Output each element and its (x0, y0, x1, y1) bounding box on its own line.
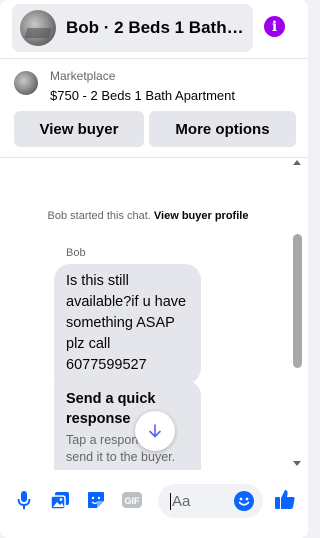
scrollbar-thumb[interactable] (293, 234, 302, 368)
photo-icon[interactable] (49, 489, 71, 511)
microphone-icon[interactable] (13, 489, 35, 511)
chat-header: Bob · 2 Beds 1 Bath Apartment i (0, 0, 308, 58)
scroll-down-arrow[interactable] (293, 461, 301, 466)
scroll-up-arrow[interactable] (293, 160, 301, 165)
message-composer: GIF (0, 470, 308, 538)
message-input-box[interactable] (158, 484, 263, 518)
view-buyer-profile-link[interactable]: View buyer profile (154, 210, 249, 222)
sticker-icon[interactable] (85, 489, 107, 511)
scroll-to-bottom-button[interactable] (135, 411, 175, 451)
marketplace-label: Marketplace (50, 69, 116, 83)
thumbs-up-icon[interactable] (273, 487, 297, 511)
listing-avatar (14, 71, 38, 95)
more-options-button[interactable]: More options (149, 111, 296, 147)
messenger-chat-window: Bob · 2 Beds 1 Bath Apartment i Marketpl… (0, 0, 308, 538)
incoming-message-bubble: Is this still available?if u have someth… (54, 264, 201, 384)
arrow-down-icon (149, 424, 161, 438)
conversation-title: Bob · 2 Beds 1 Bath Apartment (66, 18, 244, 37)
quick-response-card[interactable]: Send a quick response Tap a response to … (54, 380, 201, 470)
sender-name: Bob (66, 247, 86, 259)
listing-title[interactable]: $750 - 2 Beds 1 Bath Apartment (50, 88, 235, 103)
conversation-title-button[interactable]: Bob · 2 Beds 1 Bath Apartment (12, 4, 253, 52)
gif-icon[interactable]: GIF (121, 489, 143, 511)
message-thread[interactable]: Bob started this chat. View buyer profil… (0, 158, 308, 470)
gif-label: GIF (125, 496, 141, 506)
message-input[interactable] (172, 484, 232, 518)
chat-started-notice: Bob started this chat. View buyer profil… (0, 210, 296, 222)
marketplace-listing-card: Marketplace $750 - 2 Beds 1 Bath Apartme… (0, 58, 308, 158)
chat-started-text: Bob started this chat. (47, 210, 154, 222)
info-icon[interactable]: i (264, 16, 285, 37)
avatar (20, 10, 56, 46)
emoji-icon[interactable] (234, 491, 254, 511)
text-caret (170, 493, 171, 510)
view-buyer-button[interactable]: View buyer (14, 111, 144, 147)
